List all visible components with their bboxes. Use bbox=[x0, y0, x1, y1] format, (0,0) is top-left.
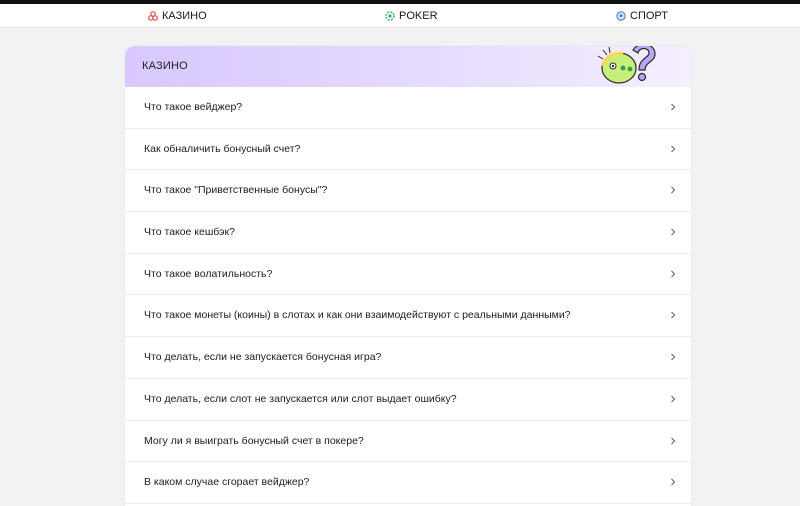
top-nav: КАЗИНО POKER СПОРТ bbox=[0, 4, 800, 28]
faq-question: Что делать, если не запускается бонусная… bbox=[144, 351, 382, 364]
chevron-right-icon bbox=[671, 395, 676, 403]
chevron-right-icon bbox=[671, 186, 676, 194]
nav-casino[interactable]: КАЗИНО bbox=[148, 4, 207, 28]
nav-poker[interactable]: POKER bbox=[385, 4, 438, 28]
nav-sport[interactable]: СПОРТ bbox=[616, 4, 668, 28]
nav-poker-label: POKER bbox=[399, 10, 438, 22]
chevron-right-icon bbox=[671, 353, 676, 361]
faq-question: Как обналичить бонусный счет? bbox=[144, 142, 301, 155]
faq-item[interactable]: Что такое "Приветственные бонусы"? bbox=[125, 170, 691, 213]
faq-question: Что делать, если слот не запускается или… bbox=[144, 392, 457, 405]
nav-casino-label: КАЗИНО bbox=[162, 10, 207, 22]
faq-card: КАЗИНО Что такое вейджер? Как обналичить… bbox=[125, 46, 691, 506]
faq-item[interactable]: Что такое монеты (коины) в слотах и как … bbox=[125, 295, 691, 338]
faq-item[interactable]: Что такое вейджер? bbox=[125, 87, 691, 129]
faq-question: Что такое вейджер? bbox=[144, 101, 243, 113]
faq-item[interactable]: Что такое кешбэк? bbox=[125, 212, 691, 254]
faq-question: В каком случае сгорает вейджер? bbox=[144, 476, 310, 489]
question-mascot-icon bbox=[597, 46, 656, 84]
chevron-right-icon bbox=[671, 478, 676, 486]
faq-item[interactable]: Что делать, если слот не запускается или… bbox=[125, 379, 691, 421]
chevron-right-icon bbox=[671, 145, 676, 153]
faq-question: Что такое кешбэк? bbox=[144, 226, 235, 239]
faq-item[interactable]: Что делать, если не запускается бонусная… bbox=[125, 337, 691, 379]
faq-item[interactable]: В каком случае сгорает вейджер? bbox=[125, 462, 691, 504]
faq-item[interactable]: Могу ли я выиграть бонусный счет в покер… bbox=[125, 421, 691, 463]
chevron-right-icon bbox=[671, 312, 676, 319]
poker-chip-icon bbox=[385, 11, 395, 21]
chevron-right-icon bbox=[671, 270, 676, 278]
casino-icon bbox=[148, 11, 158, 21]
nav-sport-label: СПОРТ bbox=[630, 10, 668, 22]
faq-question: Могу ли я выиграть бонусный счет в покер… bbox=[144, 434, 364, 447]
section-title: КАЗИНО bbox=[142, 60, 188, 72]
faq-question: Что такое монеты (коины) в слотах и как … bbox=[144, 309, 571, 322]
faq-item[interactable]: Что такое волатильность? bbox=[125, 254, 691, 296]
faq-card-header: КАЗИНО bbox=[125, 46, 691, 87]
soccer-ball-icon bbox=[616, 11, 626, 21]
chevron-right-icon bbox=[671, 437, 676, 444]
faq-list: Что такое вейджер? Как обналичить бонусн… bbox=[125, 87, 691, 504]
faq-question: Что такое волатильность? bbox=[144, 267, 273, 280]
faq-item[interactable]: Как обналичить бонусный счет? bbox=[125, 129, 691, 171]
faq-question: Что такое "Приветственные бонусы"? bbox=[144, 184, 328, 197]
chevron-right-icon bbox=[671, 228, 676, 236]
chevron-right-icon bbox=[671, 103, 676, 111]
